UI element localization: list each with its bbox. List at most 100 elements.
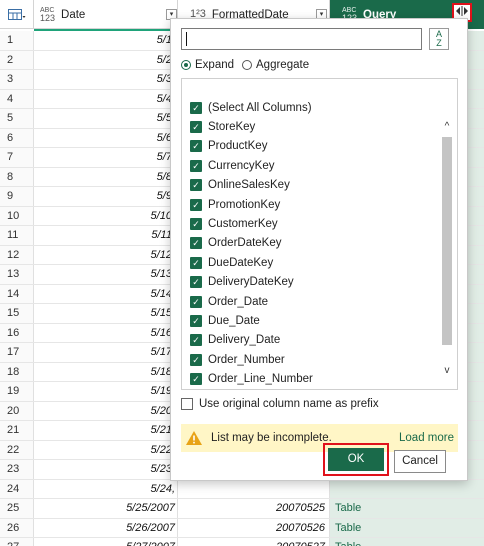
table-row[interactable]: 25 5/25/2007 20070525 Table xyxy=(0,499,484,519)
row-number: 19 xyxy=(0,382,34,401)
row-number: 10 xyxy=(0,206,34,225)
date-cell[interactable]: 5/23, xyxy=(34,460,178,479)
date-cell[interactable]: 5/22, xyxy=(34,440,178,459)
query-cell[interactable]: Table xyxy=(330,518,484,537)
date-cell[interactable]: 5/17, xyxy=(34,343,178,362)
column-name: ProductKey xyxy=(208,140,268,153)
date-cell[interactable]: 5/10, xyxy=(34,206,178,225)
column-list-item[interactable]: ✓ Due_Date xyxy=(190,312,260,329)
date-cell[interactable]: 5/27/2007 xyxy=(34,538,178,546)
column-list-item[interactable]: ✓ OrderDateKey xyxy=(190,235,282,252)
column-list[interactable]: ✓ (Select All Columns) ✓ StoreKey ✓ ProductKe… xyxy=(181,78,458,390)
table-row[interactable]: 26 5/26/2007 20070526 Table xyxy=(0,518,484,538)
checkbox-checked-icon[interactable]: ✓ xyxy=(190,276,202,289)
query-cell[interactable]: Table xyxy=(330,499,484,518)
expand-radio-label[interactable]: Expand xyxy=(195,59,234,71)
column-name: Order_Date xyxy=(208,295,269,308)
date-cell[interactable]: 5/24, xyxy=(34,479,178,498)
checkbox-checked-icon[interactable]: ✓ xyxy=(190,353,202,366)
sort-button[interactable]: AZ xyxy=(429,28,449,50)
date-cell[interactable]: 5/13, xyxy=(34,265,178,284)
scroll-up-icon[interactable]: ^ xyxy=(440,121,454,133)
search-input[interactable] xyxy=(181,28,422,50)
formatted-date-cell[interactable]: 20070526 xyxy=(178,518,330,537)
column-list-item[interactable]: ✓ ProductKey xyxy=(190,138,267,155)
date-cell[interactable]: 5/5, xyxy=(34,109,178,128)
checkbox-checked-icon[interactable]: ✓ xyxy=(190,159,202,172)
formatted-date-cell[interactable]: 20070525 xyxy=(178,499,330,518)
date-cell[interactable]: 5/12, xyxy=(34,245,178,264)
row-number: 15 xyxy=(0,304,34,323)
date-cell[interactable]: 5/11, xyxy=(34,226,178,245)
checkbox-checked-icon[interactable]: ✓ xyxy=(190,140,202,153)
table-row[interactable]: 275/27/200720070527Table xyxy=(0,538,484,546)
expand-radio[interactable] xyxy=(181,60,191,70)
column-list-item[interactable]: ✓ CurrencyKey xyxy=(190,157,274,174)
column-header-date[interactable]: ABC 123 Date xyxy=(34,0,178,29)
date-cell[interactable]: 5/18, xyxy=(34,362,178,381)
table-menu-button[interactable] xyxy=(0,0,34,29)
date-cell[interactable]: 5/25/2007 xyxy=(34,499,178,518)
warning-icon xyxy=(186,431,202,445)
scrollbar-thumb[interactable] xyxy=(442,137,452,345)
checkbox-checked-icon[interactable]: ✓ xyxy=(190,179,202,192)
date-cell[interactable]: 5/21, xyxy=(34,421,178,440)
date-cell[interactable]: 5/4, xyxy=(34,89,178,108)
cancel-button[interactable]: Cancel xyxy=(394,450,446,473)
aggregate-radio-label[interactable]: Aggregate xyxy=(256,59,309,71)
column-list-item[interactable]: ✓ CustomerKey xyxy=(190,215,278,232)
row-number: 2 xyxy=(0,50,34,69)
formatted-date-cell[interactable] xyxy=(178,479,330,498)
checkbox-checked-icon[interactable]: ✓ xyxy=(190,314,202,327)
checkbox-checked-icon[interactable]: ✓ xyxy=(190,295,202,308)
date-cell[interactable]: 5/19, xyxy=(34,382,178,401)
date-cell[interactable]: 5/7, xyxy=(34,148,178,167)
checkbox-checked-icon[interactable]: ✓ xyxy=(190,334,202,347)
row-number: 12 xyxy=(0,245,34,264)
checkbox-checked-icon[interactable]: ✓ xyxy=(190,373,202,386)
date-cell[interactable]: 5/26/2007 xyxy=(34,518,178,537)
column-list-item[interactable]: ✓ DeliveryDateKey xyxy=(190,274,294,291)
date-cell[interactable]: 5/2, xyxy=(34,50,178,69)
checkbox-checked-icon[interactable]: ✓ xyxy=(190,120,202,133)
column-list-item[interactable]: ✓ Order_Number xyxy=(190,351,285,368)
query-cell[interactable]: Table xyxy=(330,538,484,546)
checkbox-checked-icon[interactable]: ✓ xyxy=(190,237,202,250)
checkbox-checked-icon[interactable]: ✓ xyxy=(190,256,202,269)
date-cell[interactable]: 5/15, xyxy=(34,304,178,323)
checkbox-checked-icon[interactable]: ✓ xyxy=(190,198,202,211)
prefix-label: Use original column name as prefix xyxy=(199,398,379,410)
formatted-date-cell[interactable]: 20070527 xyxy=(178,538,330,546)
row-number: 8 xyxy=(0,167,34,186)
checkbox-checked-icon[interactable]: ✓ xyxy=(190,217,202,230)
ok-button[interactable]: OK xyxy=(328,448,384,471)
column-list-item[interactable]: ✓ OnlineSalesKey xyxy=(190,177,290,194)
prefix-checkbox-row[interactable]: Use original column name as prefix xyxy=(181,398,379,410)
table-row[interactable]: 24 5/24, xyxy=(0,479,484,499)
column-list-item[interactable]: ✓ DueDateKey xyxy=(190,254,273,271)
date-cell[interactable]: 5/1, xyxy=(34,31,178,50)
checkbox-checked-icon[interactable]: ✓ xyxy=(190,101,202,114)
date-cell[interactable]: 5/16, xyxy=(34,323,178,342)
date-cell[interactable]: 5/6, xyxy=(34,128,178,147)
expand-columns-popup: AZ Expand Aggregate ✓ (Select All Columns… xyxy=(170,18,468,481)
date-cell[interactable]: 5/14, xyxy=(34,284,178,303)
column-list-item[interactable]: ✓ Delivery_Date xyxy=(190,332,280,349)
date-cell[interactable]: 5/8, xyxy=(34,167,178,186)
date-cell[interactable]: 5/9, xyxy=(34,187,178,206)
date-cell[interactable]: 5/20, xyxy=(34,401,178,420)
column-name: DueDateKey xyxy=(208,256,274,269)
column-name: CurrencyKey xyxy=(208,159,275,172)
column-list-item[interactable]: ✓ StoreKey xyxy=(190,118,255,135)
table-icon xyxy=(7,8,25,20)
column-list-item[interactable]: ✓ Order_Date xyxy=(190,293,268,310)
load-more-link[interactable]: Load more xyxy=(399,432,454,444)
date-cell[interactable]: 5/3, xyxy=(34,70,178,89)
aggregate-radio[interactable] xyxy=(242,60,253,70)
scroll-down-icon[interactable]: v xyxy=(440,365,454,377)
column-list-item[interactable]: ✓ (Select All Columns) xyxy=(190,99,312,116)
column-list-item[interactable]: ✓ Order_Line_Number xyxy=(190,371,313,388)
column-list-item[interactable]: ✓ PromotionKey xyxy=(190,196,280,213)
prefix-checkbox[interactable] xyxy=(181,398,193,410)
query-cell[interactable] xyxy=(330,479,484,498)
